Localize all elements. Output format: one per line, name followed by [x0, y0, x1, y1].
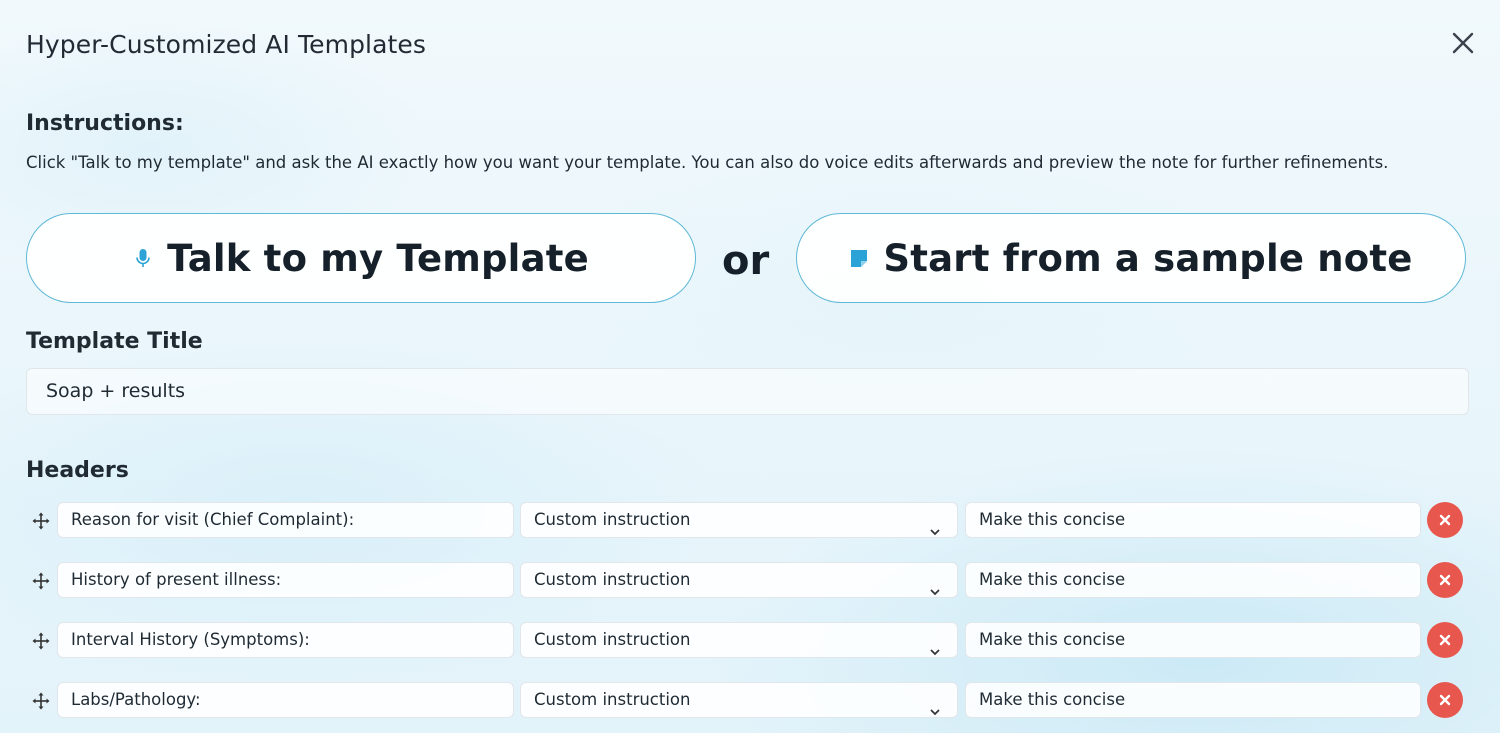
header-row: Interval History (Symptoms): Custom inst… [0, 622, 1500, 660]
start-from-sample-label: Start from a sample note [883, 236, 1413, 280]
template-title-label: Template Title [26, 329, 203, 354]
modal-title: Hyper-Customized AI Templates [26, 30, 427, 59]
or-separator: or [722, 238, 770, 284]
start-from-sample-button[interactable]: Start from a sample note [796, 213, 1466, 303]
chevron-down-icon [929, 515, 941, 536]
close-icon[interactable] [1448, 28, 1478, 58]
talk-to-template-label: Talk to my Template [167, 236, 589, 280]
header-name-input[interactable]: Reason for visit (Chief Complaint): [57, 502, 514, 538]
close-icon [1439, 574, 1451, 586]
instructions-text: Click "Talk to my template" and ask the … [26, 153, 1389, 172]
chevron-down-icon [929, 575, 941, 596]
header-type-select[interactable]: Custom instruction [520, 502, 958, 538]
drag-handle-icon[interactable] [32, 572, 50, 590]
drag-handle-icon[interactable] [32, 512, 50, 530]
template-modal: Hyper-Customized AI Templates Instructio… [0, 0, 1500, 733]
header-row: Reason for visit (Chief Complaint): Cust… [0, 502, 1500, 540]
header-row: Labs/Pathology: Custom instruction Make … [0, 682, 1500, 720]
close-icon [1439, 634, 1451, 646]
header-type-select[interactable]: Custom instruction [520, 682, 958, 718]
drag-handle-icon[interactable] [32, 632, 50, 650]
delete-header-button[interactable] [1427, 562, 1463, 598]
sticky-note-icon [849, 247, 869, 269]
headers-label: Headers [26, 458, 129, 483]
header-instruction-input[interactable]: Make this concise [965, 562, 1421, 598]
chevron-down-icon [929, 695, 941, 716]
header-type-value: Custom instruction [534, 630, 691, 649]
header-type-value: Custom instruction [534, 510, 691, 529]
header-row: History of present illness: Custom instr… [0, 562, 1500, 600]
header-type-value: Custom instruction [534, 570, 691, 589]
close-icon [1439, 514, 1451, 526]
header-type-select[interactable]: Custom instruction [520, 622, 958, 658]
header-type-value: Custom instruction [534, 690, 691, 709]
close-icon [1439, 694, 1451, 706]
header-instruction-input[interactable]: Make this concise [965, 622, 1421, 658]
delete-header-button[interactable] [1427, 622, 1463, 658]
talk-to-template-button[interactable]: Talk to my Template [26, 213, 696, 303]
chevron-down-icon [929, 635, 941, 656]
header-name-input[interactable]: Interval History (Symptoms): [57, 622, 514, 658]
header-name-input[interactable]: Labs/Pathology: [57, 682, 514, 718]
header-type-select[interactable]: Custom instruction [520, 562, 958, 598]
microphone-icon [133, 247, 153, 269]
header-instruction-input[interactable]: Make this concise [965, 682, 1421, 718]
template-title-input[interactable]: Soap + results [26, 368, 1469, 415]
instructions-heading: Instructions: [26, 111, 184, 136]
header-name-input[interactable]: History of present illness: [57, 562, 514, 598]
header-instruction-input[interactable]: Make this concise [965, 502, 1421, 538]
drag-handle-icon[interactable] [32, 692, 50, 710]
delete-header-button[interactable] [1427, 682, 1463, 718]
delete-header-button[interactable] [1427, 502, 1463, 538]
